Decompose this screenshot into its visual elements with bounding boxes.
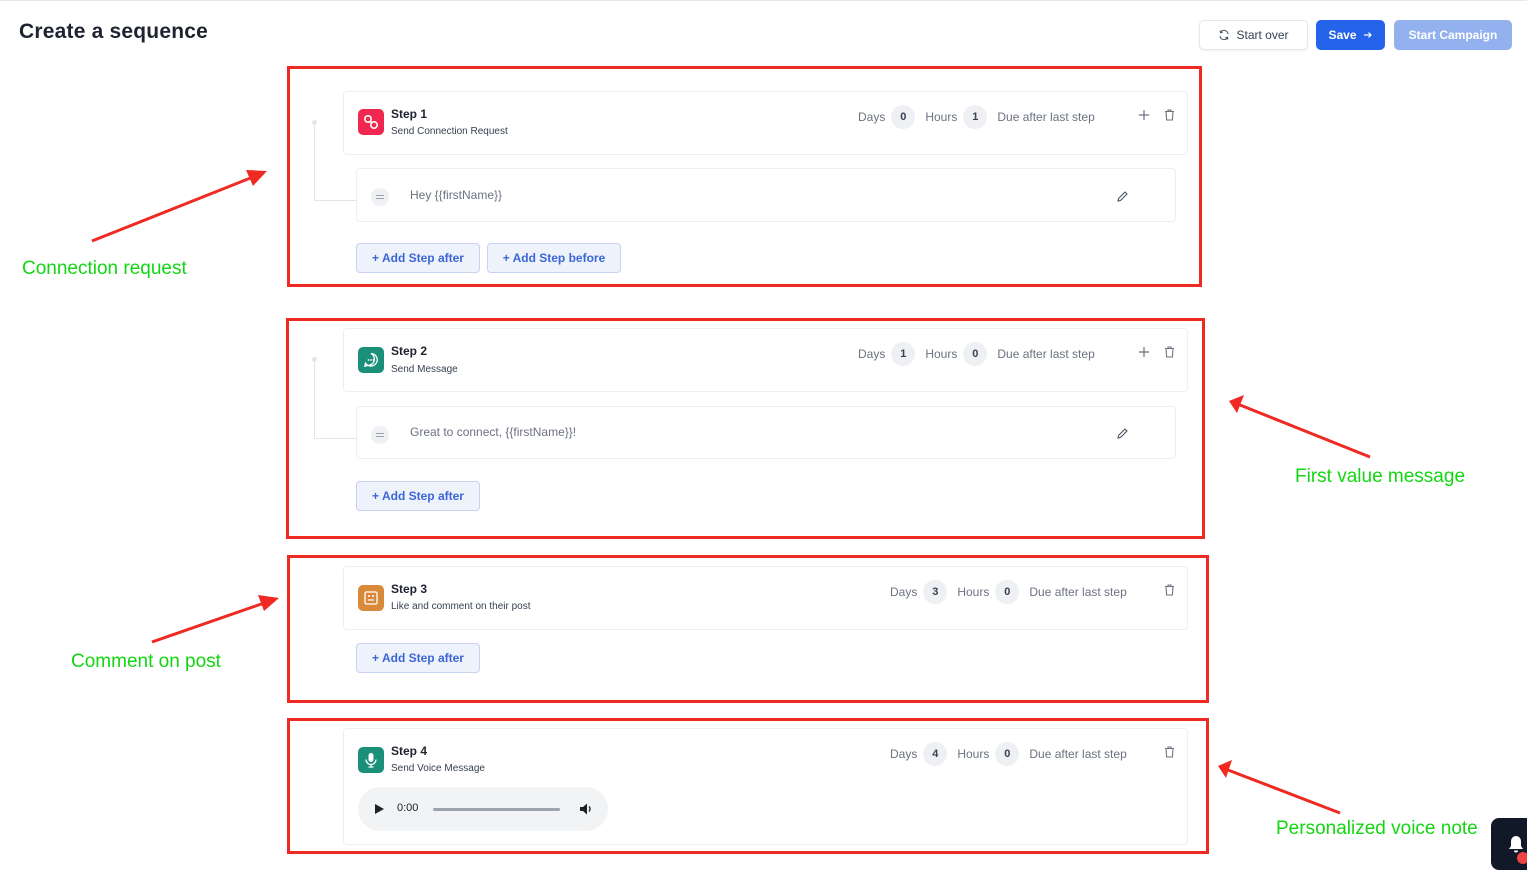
notification-widget[interactable] — [1491, 818, 1527, 870]
annotation-label-connection-request: Connection request — [22, 258, 187, 279]
notification-badge — [1517, 852, 1527, 864]
annotation-arrows — [91, 170, 1371, 815]
annotation-label-first-value-message: First value message — [1295, 466, 1466, 487]
annotation-label-voice-note: Personalized voice note — [1276, 818, 1478, 839]
bell-icon — [1507, 834, 1525, 854]
annotation-label-comment-on-post: Comment on post — [71, 651, 221, 672]
